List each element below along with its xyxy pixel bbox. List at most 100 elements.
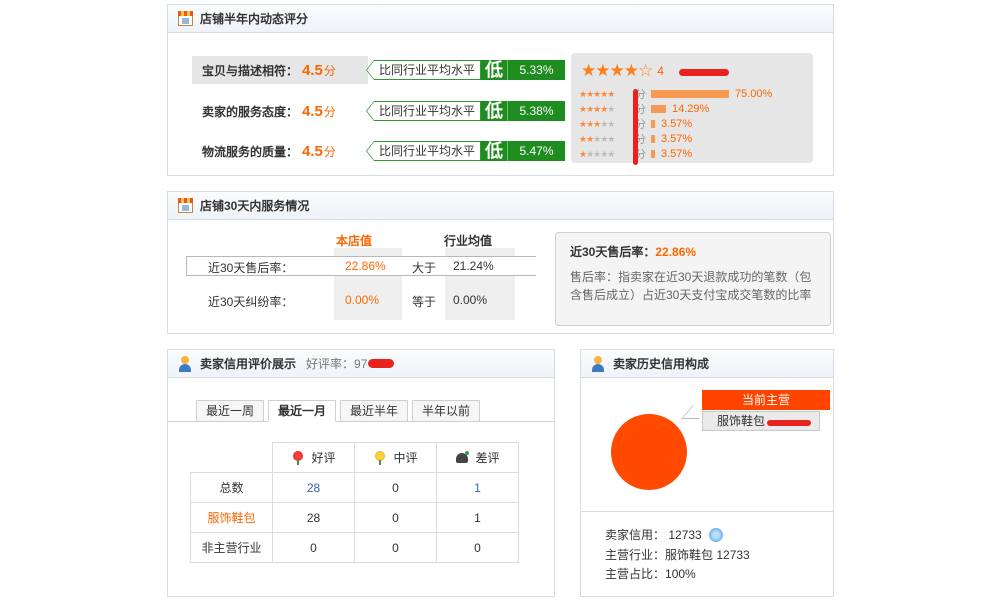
header-bad-label: 差评 (475, 451, 500, 465)
compare-level: 低 (481, 101, 508, 121)
store-value: 0.00% (345, 293, 380, 307)
industry-value: 21.24% (453, 259, 494, 273)
tooltip-title-label: 近30天售后率： (570, 245, 656, 259)
neutral-count: 0 (354, 532, 437, 563)
history-divider (581, 511, 833, 512)
score-row-description[interactable]: 宝贝与描述相符： 4.5 分 (192, 56, 368, 84)
average-rating: ★★★★ ☆ 4 (581, 61, 664, 81)
good-count: 28 (272, 502, 355, 533)
distribution-pct: 75.00% (735, 88, 773, 100)
industry-compare: 比同行业平均水平 低 5.38% (366, 101, 566, 121)
crown-icon (709, 528, 724, 542)
credit-pie-chart (611, 414, 687, 490)
panel-header: 卖家信用评价展示 好评率： 97 (168, 350, 554, 378)
bad-rating-icon (455, 451, 470, 465)
header-bad: 差评 (436, 442, 519, 473)
header-neutral: 中评 (354, 442, 437, 473)
service-row-label: 近30天售后率： (208, 261, 294, 275)
tooltip-title: 近30天售后率：22.86% (570, 243, 816, 260)
redaction-mark (368, 359, 395, 368)
industry-compare: 比同行业平均水平 低 5.47% (366, 141, 566, 161)
redaction-mark (633, 89, 638, 165)
score-label: 宝贝与描述相符： (202, 63, 299, 78)
dynamic-score-panel: 店铺半年内动态评分 宝贝与描述相符： 4.5 分 比同行业平均水平 低 5.33… (167, 4, 834, 176)
panel-header: 卖家历史信用构成 (581, 350, 833, 378)
compare-level: 低 (481, 141, 508, 161)
tooltip-description: 售后率：指卖家在近30天退款成功的笔数（包含售后成立）占近30天支付宝成交笔数的… (570, 270, 812, 302)
distribution-pct: 3.57% (661, 118, 693, 130)
seller-credit-label: 卖家信用： (605, 528, 666, 542)
stars-icon: ★★★★★ (579, 118, 615, 129)
rating-table: 好评 中评 差评 总数 28 0 1 服饰鞋包 28 0 1 非主营行业 0 0… (190, 442, 519, 563)
average-score: 4 (657, 64, 664, 78)
tab-week[interactable]: 最近一周 (196, 400, 265, 422)
seller-credit-info: 卖家信用： 12733 (605, 526, 724, 543)
positive-rate-label: 好评率： (306, 357, 355, 371)
store-value-header: 本店值 (336, 234, 373, 248)
compare-label: 比同行业平均水平 (374, 101, 482, 121)
main-share-value: 100% (665, 567, 696, 581)
tooltip-value: 22.86% (655, 245, 697, 259)
after-sales-tooltip: 近30天售后率：22.86% 售后率：指卖家在近30天退款成功的笔数（包含售后成… (555, 232, 831, 326)
compare-label: 比同行业平均水平 (374, 141, 482, 161)
compare-pct: 5.38% (507, 101, 566, 121)
panel-title: 卖家历史信用构成 (613, 357, 710, 371)
industry-value: 0.00% (453, 293, 488, 307)
header-neutral-label: 中评 (393, 451, 418, 465)
distribution-row: ★★★★★ 分 3.57% (579, 132, 809, 146)
distribution-row: ★★★★★ 分 14.29% (579, 102, 809, 116)
row-label-category: 服饰鞋包 (190, 502, 273, 533)
good-count: 0 (272, 532, 355, 563)
distribution-pct: 3.57% (661, 148, 693, 160)
compare-arrow-icon (366, 101, 374, 121)
redaction-mark (679, 69, 729, 76)
credit-rating-panel: 卖家信用评价展示 好评率： 97 最近一周 最近一月 最近半年 半年以前 好评 … (167, 349, 555, 597)
bad-count-link[interactable]: 1 (436, 472, 519, 503)
seller-icon (178, 356, 193, 372)
industry-compare: 比同行业平均水平 低 5.33% (366, 60, 566, 80)
tab-half-year[interactable]: 最近半年 (340, 400, 409, 422)
main-industry-info: 主营行业：服饰鞋包 12733 (605, 546, 750, 563)
main-industry-value: 服饰鞋包 12733 (665, 548, 750, 562)
distribution-row: ★★★★★ 分 3.57% (579, 147, 809, 161)
score-unit: 分 (323, 144, 336, 159)
shop-icon (178, 198, 193, 213)
good-count-link[interactable]: 28 (272, 472, 355, 503)
table-corner (191, 443, 273, 473)
score-unit: 分 (323, 63, 336, 78)
distribution-bar (651, 135, 655, 143)
relation: 大于 (412, 261, 437, 275)
tab-month[interactable]: 最近一月 (268, 400, 337, 422)
panel-title: 店铺半年内动态评分 (200, 12, 309, 26)
table-row: 服饰鞋包 28 0 1 (190, 502, 519, 533)
compare-level: 低 (481, 60, 508, 80)
service-30day-panel: 店铺30天内服务情况 本店值 行业均值 近30天售后率： 22.86% 大于 2… (167, 191, 834, 334)
distribution-bar (651, 150, 655, 158)
score-value: 4.5 (302, 142, 323, 160)
stars-icon: ★★★★★ (579, 133, 615, 144)
panel-header: 店铺30天内服务情况 (168, 192, 833, 220)
score-distribution: ★★★★ ☆ 4 ★★★★★ 分 75.00% ★★★★★ 分 14.29% ★★… (571, 53, 813, 165)
seller-credit-value: 12733 (668, 528, 702, 542)
seller-icon (591, 356, 606, 372)
neutral-flower-icon (373, 451, 387, 465)
period-tabs: 最近一周 最近一月 最近半年 半年以前 (196, 400, 484, 422)
stars-icon: ★★★★★ (579, 88, 615, 99)
score-label: 卖家的服务态度： (202, 104, 299, 119)
neutral-count: 0 (354, 472, 437, 503)
redaction-mark (767, 420, 811, 426)
service-row-label: 近30天纠纷率： (208, 295, 294, 309)
score-label: 物流服务的质量： (202, 144, 299, 159)
header-good-label: 好评 (311, 451, 336, 465)
industry-avg-header: 行业均值 (444, 234, 493, 248)
table-row: 总数 28 0 1 (190, 472, 519, 503)
stars-icon: ★★★★★ (579, 148, 615, 159)
distribution-row: ★★★★★ 分 3.57% (579, 117, 809, 131)
credit-history-panel: 卖家历史信用构成 当前主营 服饰鞋包 卖家信用： 12733 主营行业：服饰鞋包… (580, 349, 834, 597)
table-row: 非主营行业 0 0 0 (190, 532, 519, 563)
positive-rate-value: 97 (354, 356, 368, 371)
score-unit: 分 (323, 104, 336, 119)
main-share-info: 主营占比：100% (605, 565, 696, 582)
good-flower-icon (291, 451, 305, 465)
tab-before-half-year[interactable]: 半年以前 (412, 400, 481, 422)
